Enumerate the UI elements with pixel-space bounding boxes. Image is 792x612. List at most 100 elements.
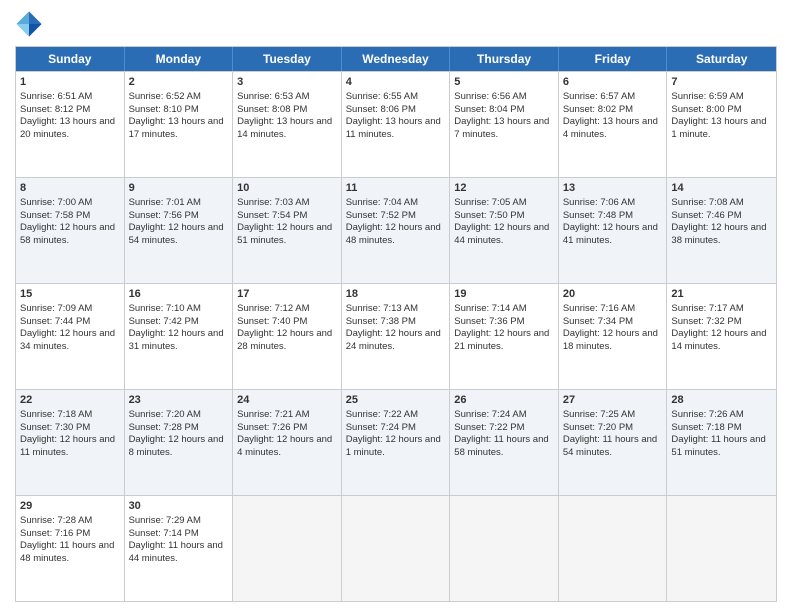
day-number: 9 [129,181,229,196]
sunset-text: Sunset: 7:16 PM [20,528,90,539]
daylight-text: Daylight: 11 hours and 44 minutes. [129,540,223,564]
day-number: 28 [671,393,772,408]
day-number: 29 [20,499,120,514]
calendar-body: 1Sunrise: 6:51 AMSunset: 8:12 PMDaylight… [16,71,776,601]
daylight-text: Daylight: 13 hours and 14 minutes. [237,116,332,140]
day-cell-16: 16Sunrise: 7:10 AMSunset: 7:42 PMDayligh… [125,284,234,389]
day-cell-24: 24Sunrise: 7:21 AMSunset: 7:26 PMDayligh… [233,390,342,495]
day-number: 27 [563,393,663,408]
sunset-text: Sunset: 7:44 PM [20,316,90,327]
sunset-text: Sunset: 7:50 PM [454,210,524,221]
sunset-text: Sunset: 7:48 PM [563,210,633,221]
daylight-text: Daylight: 12 hours and 38 minutes. [671,222,766,246]
sunset-text: Sunset: 8:00 PM [671,104,741,115]
day-number: 20 [563,287,663,302]
sunset-text: Sunset: 7:18 PM [671,422,741,433]
calendar-row-4: 22Sunrise: 7:18 AMSunset: 7:30 PMDayligh… [16,389,776,495]
day-number: 10 [237,181,337,196]
sunrise-text: Sunrise: 7:28 AM [20,515,92,526]
sunset-text: Sunset: 7:28 PM [129,422,199,433]
day-cell-30: 30Sunrise: 7:29 AM Sunset: 7:14 PMDayligh… [125,496,234,601]
daylight-text: Daylight: 12 hours and 4 minutes. [237,434,332,458]
sunset-text: Sunset: 7:58 PM [20,210,90,221]
day-cell-20: 20Sunrise: 7:16 AM Sunset: 7:34 PMDayligh… [559,284,668,389]
day-number: 26 [454,393,554,408]
day-cell-18: 18Sunrise: 7:13 AMSunset: 7:38 PMDayligh… [342,284,451,389]
empty-cell [559,496,668,601]
sunrise-text: Sunrise: 6:55 AM [346,91,418,102]
daylight-text: Daylight: 12 hours and 31 minutes. [129,328,224,352]
day-number: 16 [129,287,229,302]
day-cell-23: 23Sunrise: 7:20 AMSunset: 7:28 PMDayligh… [125,390,234,495]
daylight-text: Daylight: 11 hours and 51 minutes. [671,434,765,458]
day-number: 12 [454,181,554,196]
day-cell-27: 27Sunrise: 7:25 AMSunset: 7:20 PMDayligh… [559,390,668,495]
sunset-text: Sunset: 7:14 PM [129,528,199,539]
day-number: 2 [129,75,229,90]
day-number: 4 [346,75,446,90]
header-cell-friday: Friday [559,47,668,71]
sunset-text: Sunset: 8:02 PM [563,104,633,115]
logo [15,10,47,38]
daylight-text: Daylight: 12 hours and 44 minutes. [454,222,549,246]
sunrise-text: Sunrise: 7:22 AM [346,409,418,420]
sunrise-text: Sunrise: 7:03 AM [237,197,309,208]
day-number: 6 [563,75,663,90]
calendar: SundayMondayTuesdayWednesdayThursdayFrid… [15,46,777,602]
day-number: 3 [237,75,337,90]
sunset-text: Sunset: 7:46 PM [671,210,741,221]
daylight-text: Daylight: 13 hours and 4 minutes. [563,116,658,140]
sunset-text: Sunset: 7:34 PM [563,316,633,327]
empty-cell [667,496,776,601]
daylight-text: Daylight: 11 hours and 48 minutes. [20,540,114,564]
sunrise-text: Sunrise: 7:29 AM [129,515,201,526]
day-cell-28: 28Sunrise: 7:26 AMSunset: 7:18 PMDayligh… [667,390,776,495]
daylight-text: Daylight: 12 hours and 18 minutes. [563,328,658,352]
daylight-text: Daylight: 12 hours and 51 minutes. [237,222,332,246]
day-number: 17 [237,287,337,302]
sunrise-text: Sunrise: 7:21 AM [237,409,309,420]
day-cell-10: 10Sunrise: 7:03 AMSunset: 7:54 PMDayligh… [233,178,342,283]
sunrise-text: Sunrise: 7:12 AM [237,303,309,314]
sunset-text: Sunset: 7:24 PM [346,422,416,433]
day-cell-2: 2Sunrise: 6:52 AMSunset: 8:10 PMDaylight… [125,72,234,177]
day-cell-19: 19Sunrise: 7:14 AMSunset: 7:36 PMDayligh… [450,284,559,389]
empty-cell [342,496,451,601]
header [15,10,777,38]
daylight-text: Daylight: 12 hours and 21 minutes. [454,328,549,352]
sunrise-text: Sunrise: 7:14 AM [454,303,526,314]
day-cell-22: 22Sunrise: 7:18 AMSunset: 7:30 PMDayligh… [16,390,125,495]
daylight-text: Daylight: 13 hours and 1 minute. [671,116,766,140]
empty-cell [450,496,559,601]
sunset-text: Sunset: 8:06 PM [346,104,416,115]
daylight-text: Daylight: 12 hours and 24 minutes. [346,328,441,352]
sunrise-text: Sunrise: 7:24 AM [454,409,526,420]
daylight-text: Daylight: 12 hours and 8 minutes. [129,434,224,458]
sunrise-text: Sunrise: 7:09 AM [20,303,92,314]
sunset-text: Sunset: 7:40 PM [237,316,307,327]
sunrise-text: Sunrise: 7:01 AM [129,197,201,208]
sunset-text: Sunset: 7:56 PM [129,210,199,221]
sunrise-text: Sunrise: 7:16 AM [563,303,635,314]
day-cell-21: 21Sunrise: 7:17 AMSunset: 7:32 PMDayligh… [667,284,776,389]
sunrise-text: Sunrise: 6:59 AM [671,91,743,102]
day-cell-7: 7Sunrise: 6:59 AMSunset: 8:00 PMDaylight… [667,72,776,177]
day-cell-1: 1Sunrise: 6:51 AMSunset: 8:12 PMDaylight… [16,72,125,177]
day-number: 13 [563,181,663,196]
sunrise-text: Sunrise: 7:05 AM [454,197,526,208]
header-cell-saturday: Saturday [667,47,776,71]
day-cell-25: 25Sunrise: 7:22 AMSunset: 7:24 PMDayligh… [342,390,451,495]
header-cell-wednesday: Wednesday [342,47,451,71]
logo-icon [15,10,43,38]
sunrise-text: Sunrise: 6:51 AM [20,91,92,102]
sunset-text: Sunset: 7:20 PM [563,422,633,433]
daylight-text: Daylight: 12 hours and 1 minute. [346,434,441,458]
calendar-row-1: 1Sunrise: 6:51 AMSunset: 8:12 PMDaylight… [16,71,776,177]
day-cell-5: 5Sunrise: 6:56 AMSunset: 8:04 PMDaylight… [450,72,559,177]
sunrise-text: Sunrise: 6:52 AM [129,91,201,102]
sunset-text: Sunset: 7:26 PM [237,422,307,433]
sunset-text: Sunset: 7:30 PM [20,422,90,433]
day-number: 30 [129,499,229,514]
day-number: 1 [20,75,120,90]
day-number: 8 [20,181,120,196]
